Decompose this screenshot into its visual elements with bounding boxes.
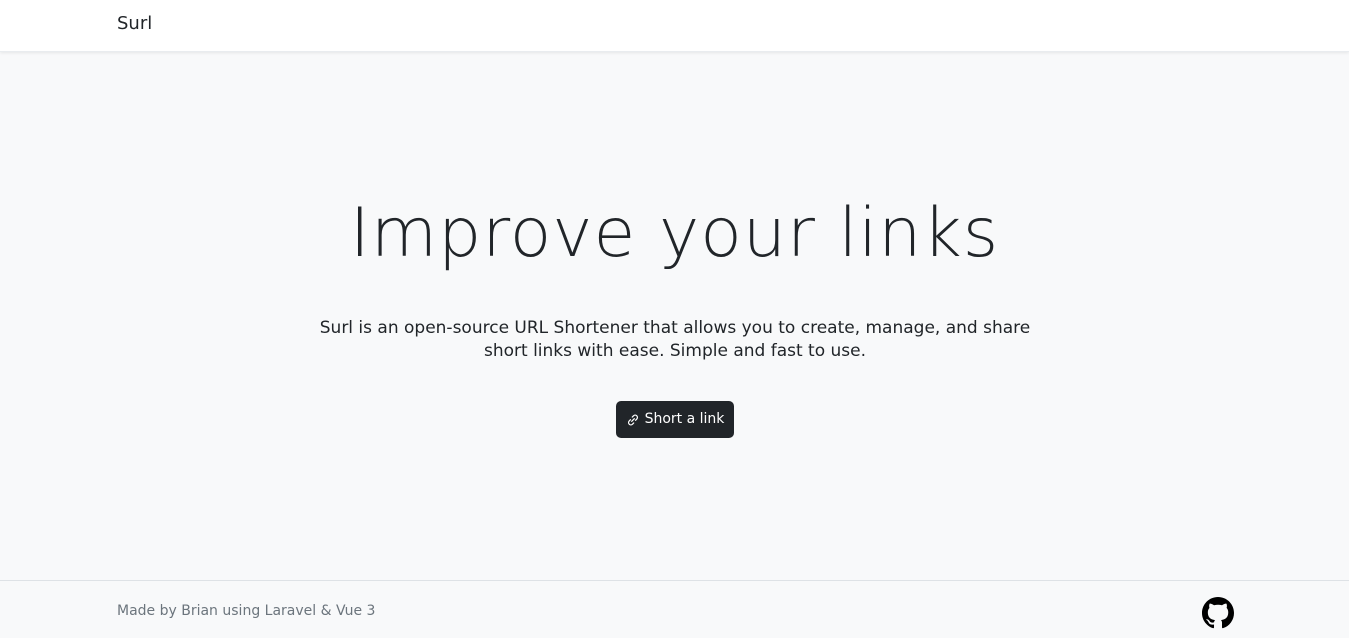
github-icon[interactable]: [1202, 597, 1234, 629]
footer: Made by Brian using Laravel & Vue 3: [0, 580, 1349, 638]
hero-section: Improve your links Surl is an open-sourc…: [0, 52, 1349, 580]
short-a-link-label: Short a link: [644, 411, 725, 427]
footer-credit: Made by Brian using Laravel & Vue 3: [117, 603, 376, 619]
brand-link[interactable]: Surl: [117, 13, 152, 35]
hero-title: Improve your links: [349, 194, 1000, 273]
hero-description: Surl is an open-source URL Shortener tha…: [319, 318, 1031, 361]
link-icon: [626, 413, 640, 427]
short-a-link-button[interactable]: Short a link: [616, 401, 734, 438]
navbar: Surl: [0, 0, 1349, 52]
